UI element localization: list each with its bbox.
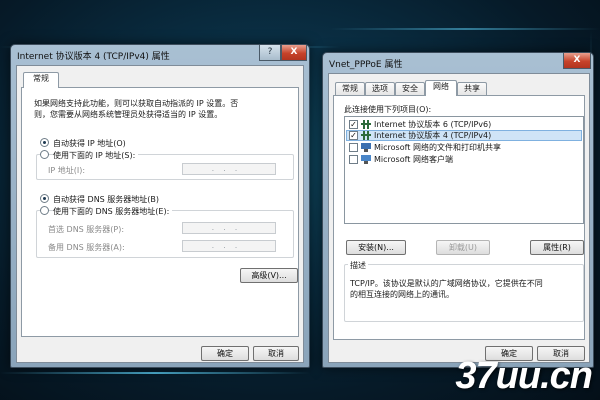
item-label: Internet 协议版本 6 (TCP/IPv6) — [374, 120, 492, 129]
item-checkbox[interactable] — [349, 143, 358, 152]
site-watermark: 37uu.cn — [455, 355, 593, 397]
description-line-1: TCP/IP。该协议是默认的广域网络协议，它提供在不同 — [350, 279, 543, 288]
tab-options[interactable]: 选项 — [365, 82, 395, 96]
protocol-icon — [361, 120, 371, 129]
uninstall-button[interactable]: 卸载(U) — [436, 240, 490, 255]
window-title: Internet 协议版本 4 (TCP/IPv4) 属性 — [17, 52, 170, 62]
tab-general[interactable]: 常规 — [335, 82, 365, 96]
list-item[interactable]: ✓ Internet 协议版本 4 (TCP/IPv4) — [346, 130, 582, 141]
network-client-icon — [361, 155, 371, 164]
dialog-client-area: 常规 选项 安全 网络 共享 此连接使用下列项目(O): ✓ Internet … — [328, 73, 590, 363]
tab-general[interactable]: 常规 — [23, 72, 59, 88]
help-button[interactable]: ? — [259, 45, 281, 61]
auto-dns-radio[interactable] — [40, 194, 49, 203]
list-heading: 此连接使用下列项目(O): — [344, 105, 432, 114]
intro-text-line-2: 则，您需要从网络系统管理员处获得适当的 IP 设置。 — [34, 110, 223, 119]
close-button[interactable]: X — [281, 45, 307, 61]
auto-dns-label: 自动获得 DNS 服务器地址(B) — [53, 195, 160, 204]
ok-button[interactable]: 确定 — [201, 346, 249, 361]
alternate-dns-label: 备用 DNS 服务器(A): — [48, 243, 125, 252]
manual-dns-radio[interactable] — [40, 206, 49, 215]
background-glow-line — [0, 372, 310, 374]
tab-network[interactable]: 网络 — [425, 80, 457, 96]
ipv4-properties-window: Internet 协议版本 4 (TCP/IPv4) 属性 ? X 常规 如果网… — [10, 44, 310, 368]
connection-items-list[interactable]: ✓ Internet 协议版本 6 (TCP/IPv6) ✓ Internet … — [344, 116, 584, 224]
description-line-2: 的相互连接的网络上的通讯。 — [350, 290, 454, 299]
description-title: 描述 — [348, 260, 368, 271]
preferred-dns-input[interactable]: ... — [182, 222, 276, 234]
preferred-dns-label: 首选 DNS 服务器(P): — [48, 225, 125, 234]
background-glow-line — [330, 28, 600, 30]
ip-address-input[interactable]: ... — [182, 163, 276, 175]
manual-ip-radio[interactable] — [40, 150, 49, 159]
tab-security[interactable]: 安全 — [395, 82, 425, 96]
advanced-button[interactable]: 高级(V)... — [240, 268, 298, 283]
list-item[interactable]: ✓ Internet 协议版本 6 (TCP/IPv6) — [346, 119, 582, 130]
list-item[interactable]: Microsoft 网络客户端 — [346, 154, 582, 165]
close-button[interactable]: X — [563, 53, 591, 69]
tab-sharing[interactable]: 共享 — [457, 82, 487, 96]
item-label: Internet 协议版本 4 (TCP/IPv4) — [374, 131, 492, 140]
network-tab-panel: 此连接使用下列项目(O): ✓ Internet 协议版本 6 (TCP/IPv… — [333, 95, 585, 340]
general-tab-panel: 如果网络支持此功能，则可以获取自动指派的 IP 设置。否 则，您需要从网络系统管… — [21, 87, 299, 337]
item-checkbox[interactable]: ✓ — [349, 131, 358, 140]
properties-button[interactable]: 属性(R) — [530, 240, 584, 255]
alternate-dns-input[interactable]: ... — [182, 240, 276, 252]
intro-text-line-1: 如果网络支持此功能，则可以获取自动指派的 IP 设置。否 — [34, 99, 239, 108]
dialog-client-area: 常规 如果网络支持此功能，则可以获取自动指派的 IP 设置。否 则，您需要从网络… — [16, 65, 304, 363]
item-label: Microsoft 网络客户端 — [374, 155, 453, 164]
protocol-icon — [361, 131, 371, 140]
manual-dns-label: 使用下面的 DNS 服务器地址(E): — [53, 206, 173, 217]
network-service-icon — [361, 143, 371, 152]
auto-ip-label: 自动获得 IP 地址(O) — [53, 139, 126, 148]
vnet-pppoe-properties-window: Vnet_PPPoE 属性 X 常规 选项 安全 网络 共享 此连接使用下列项目… — [322, 52, 594, 368]
ip-address-label: IP 地址(I): — [48, 166, 86, 175]
auto-ip-radio[interactable] — [40, 138, 49, 147]
item-checkbox[interactable] — [349, 155, 358, 164]
window-title: Vnet_PPPoE 属性 — [329, 60, 403, 70]
list-item[interactable]: Microsoft 网络的文件和打印机共享 — [346, 142, 582, 153]
install-button[interactable]: 安装(N)... — [346, 240, 406, 255]
cancel-button[interactable]: 取消 — [253, 346, 299, 361]
manual-ip-label: 使用下面的 IP 地址(S): — [53, 150, 139, 161]
item-checkbox[interactable]: ✓ — [349, 120, 358, 129]
item-label: Microsoft 网络的文件和打印机共享 — [374, 143, 501, 152]
